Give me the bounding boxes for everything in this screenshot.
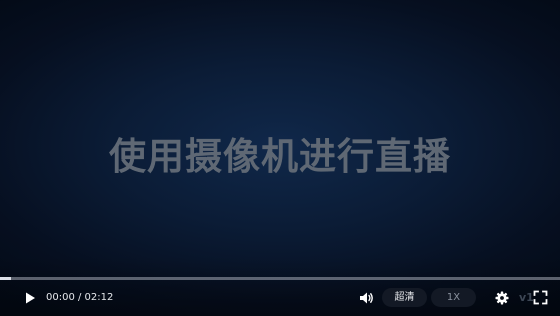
version-watermark: v1 (519, 291, 534, 304)
gear-icon (495, 291, 509, 305)
progress-buffered (0, 277, 12, 280)
playback-speed-selector[interactable]: 1X (431, 288, 476, 307)
volume-button[interactable] (358, 290, 374, 306)
time-display: 00:00 / 02:12 (46, 292, 114, 303)
play-icon (26, 292, 35, 304)
quality-selector[interactable]: 超清 (382, 288, 427, 307)
volume-icon (360, 292, 373, 304)
progress-bar[interactable] (0, 277, 560, 280)
fullscreen-button[interactable] (533, 290, 548, 305)
video-title: 使用摄像机进行直播 (109, 135, 451, 178)
fullscreen-icon (533, 290, 548, 305)
control-bar: 00:00 / 02:12 超清 1X v1 (0, 284, 560, 312)
video-player[interactable]: 使用摄像机进行直播 00:00 / 02:12 超清 1X v1 (0, 0, 560, 316)
play-button[interactable] (22, 290, 38, 306)
settings-button[interactable] (494, 290, 510, 306)
